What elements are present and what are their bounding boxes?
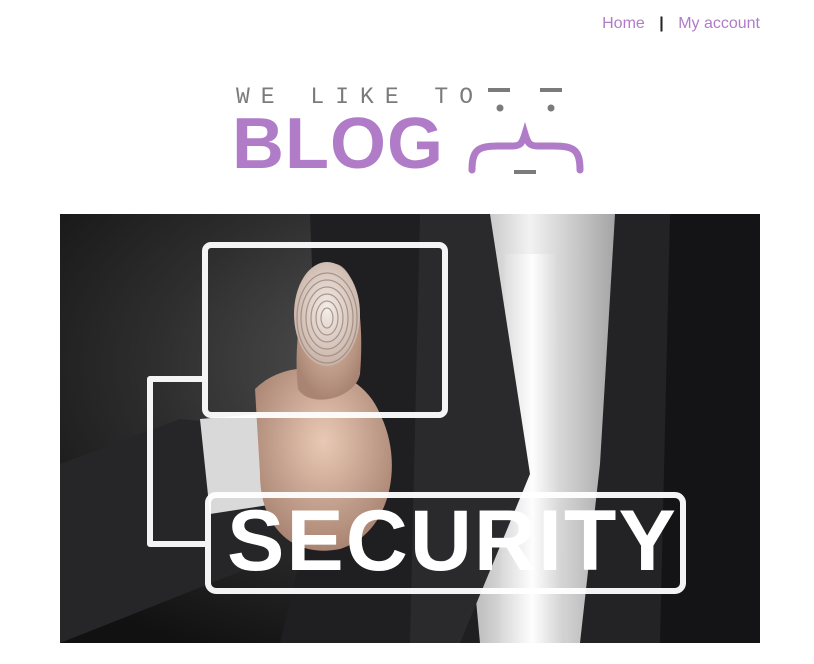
top-nav: Home | My account bbox=[602, 15, 760, 33]
nav-separator: | bbox=[659, 15, 664, 32]
hero-overlay-text: SECURITY bbox=[227, 493, 678, 589]
hero-image[interactable]: SECURITY bbox=[60, 214, 760, 643]
site-logo[interactable]: WE LIKE TO BLOG bbox=[232, 84, 592, 184]
curly-brace-face-icon bbox=[468, 88, 584, 174]
my-account-link[interactable]: My account bbox=[678, 15, 760, 32]
home-link[interactable]: Home bbox=[602, 15, 645, 32]
logo-wordmark: BLOG bbox=[232, 104, 444, 184]
fingerprint-icon bbox=[294, 262, 360, 366]
